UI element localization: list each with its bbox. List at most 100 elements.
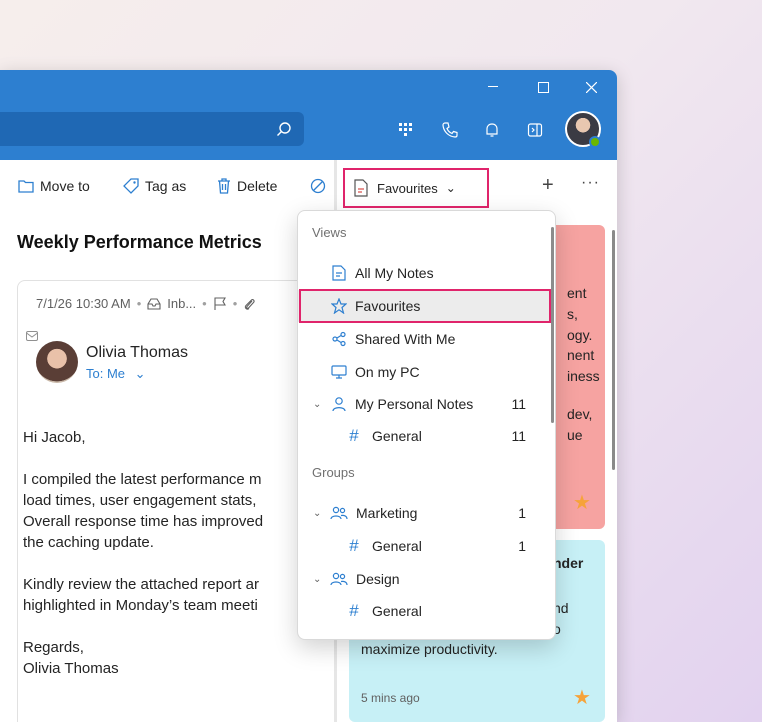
bell-icon [486,123,498,137]
menu-item-label: Design [356,571,400,587]
message-folder[interactable]: Inb... [167,296,196,311]
unread-envelope-icon [26,331,38,341]
notifications-button[interactable] [480,118,504,142]
menu-item-design[interactable]: ⌄ Design [298,563,550,595]
chevron-down-icon[interactable]: ⌄ [313,399,321,410]
close-icon [585,81,597,93]
reading-pane: Move to Tag as Delete Weekly Performance… [0,160,347,722]
share-icon [330,330,348,348]
menu-item-label: On my PC [355,364,420,380]
section-header-views: Views [312,225,347,240]
note-text-line: ogy. [567,327,593,343]
note-icon [354,179,368,197]
sender-avatar[interactable] [36,341,78,383]
flag-icon[interactable] [213,296,227,311]
phone-icon [442,122,458,138]
note-text-line: dev, [567,406,593,422]
chevron-down-icon: ⌄ [445,181,456,195]
add-note-button[interactable]: + [542,174,554,197]
section-header-groups: Groups [312,465,355,480]
folder-icon [18,180,34,193]
menu-item-label: General [372,428,422,444]
hashtag-icon: # [349,426,359,445]
more-options-button[interactable]: ··· [581,174,600,192]
note-text-line: nent [567,347,595,363]
recipient-label: To: Me [86,366,126,381]
maximize-button[interactable] [528,76,558,98]
block-button[interactable] [310,178,326,194]
group-icon [330,570,348,588]
search-input[interactable] [0,112,304,146]
menu-item-general[interactable]: # General 11 [298,420,550,452]
recipient-line[interactable]: To: Me ⌄ [86,366,146,382]
note-icon [330,264,348,282]
menu-item-count: 11 [511,428,526,444]
menu-item-my-personal-notes[interactable]: ⌄ My Personal Notes 11 [298,388,550,420]
tag-as-label: Tag as [145,178,187,194]
monitor-icon [330,363,348,381]
call-button[interactable] [438,118,462,142]
delete-button[interactable]: Delete [217,178,277,194]
menu-item-count: 1 [518,538,526,554]
search-icon [277,122,291,136]
person-icon [330,395,348,413]
title-bar [0,70,617,160]
menu-item-all-my-notes[interactable]: All My Notes [298,257,550,289]
note-text-line: s, [567,306,578,322]
chevron-down-icon[interactable]: ⌄ [313,574,321,585]
selection-highlight [299,289,551,323]
attachment-icon[interactable] [243,297,255,311]
side-panel-button[interactable] [523,118,547,142]
tag-icon [123,178,139,194]
tag-as-button[interactable]: Tag as [123,178,186,194]
menu-item-label: General [372,538,422,554]
note-text-line: iness [567,368,600,384]
menu-item-label: Shared With Me [355,331,456,347]
move-to-label: Move to [40,178,90,194]
favourite-star-icon[interactable]: ★ [573,685,591,710]
trash-icon [218,178,230,194]
note-text-line: nder [553,555,584,571]
menu-item-shared-with-me[interactable]: Shared With Me [298,323,550,355]
note-text-line: maximize productivity. [361,641,498,657]
email-subject: Weekly Performance Metrics [17,232,262,252]
chevron-down-icon: ⌄ [134,366,146,381]
menu-item-general[interactable]: # General 1 [298,530,550,562]
message-meta: 7/1/26 10:30 AM • Inb... • • [36,296,255,311]
email-body: Hi Jacob, I compiled the latest performa… [23,429,264,677]
favourite-star-icon[interactable]: ★ [573,490,591,515]
menu-item-label: All My Notes [355,265,434,281]
presence-indicator [589,136,601,148]
note-text-line: ue [567,427,583,443]
close-button[interactable] [576,76,606,98]
maximize-icon [537,81,549,93]
menu-item-label: My Personal Notes [355,396,474,412]
delete-label: Delete [237,178,278,194]
minimize-icon [488,86,498,87]
menu-item-on-my-pc[interactable]: On my PC [298,356,550,388]
menu-scrollbar[interactable] [551,227,554,423]
note-text-line: ent [567,285,587,301]
panel-icon [527,123,543,137]
chevron-down-icon[interactable]: ⌄ [313,508,321,519]
notes-view-menu: Views All My Notes Favourites Shared Wit… [297,210,556,640]
block-icon [310,178,326,194]
dropdown-label: Favourites [377,180,438,196]
minimize-button[interactable] [478,76,508,98]
move-to-button[interactable]: Move to [18,178,90,194]
apps-button[interactable] [394,118,418,142]
message-date: 7/1/26 10:30 AM [36,296,131,311]
dialpad-icon [399,123,412,136]
notes-view-dropdown[interactable]: Favourites ⌄ [343,168,489,208]
menu-item-general[interactable]: # General [298,595,550,627]
menu-item-label: General [372,603,422,619]
sender-name[interactable]: Olivia Thomas [86,344,188,362]
menu-item-marketing[interactable]: ⌄ Marketing 1 [298,497,550,529]
notes-scrollbar[interactable] [612,230,615,470]
hashtag-icon: # [349,601,359,620]
menu-item-count: 1 [518,505,526,521]
hashtag-icon: # [349,536,359,555]
group-icon [330,504,348,522]
note-timestamp: 5 mins ago [361,691,420,705]
inbox-icon [147,297,161,310]
